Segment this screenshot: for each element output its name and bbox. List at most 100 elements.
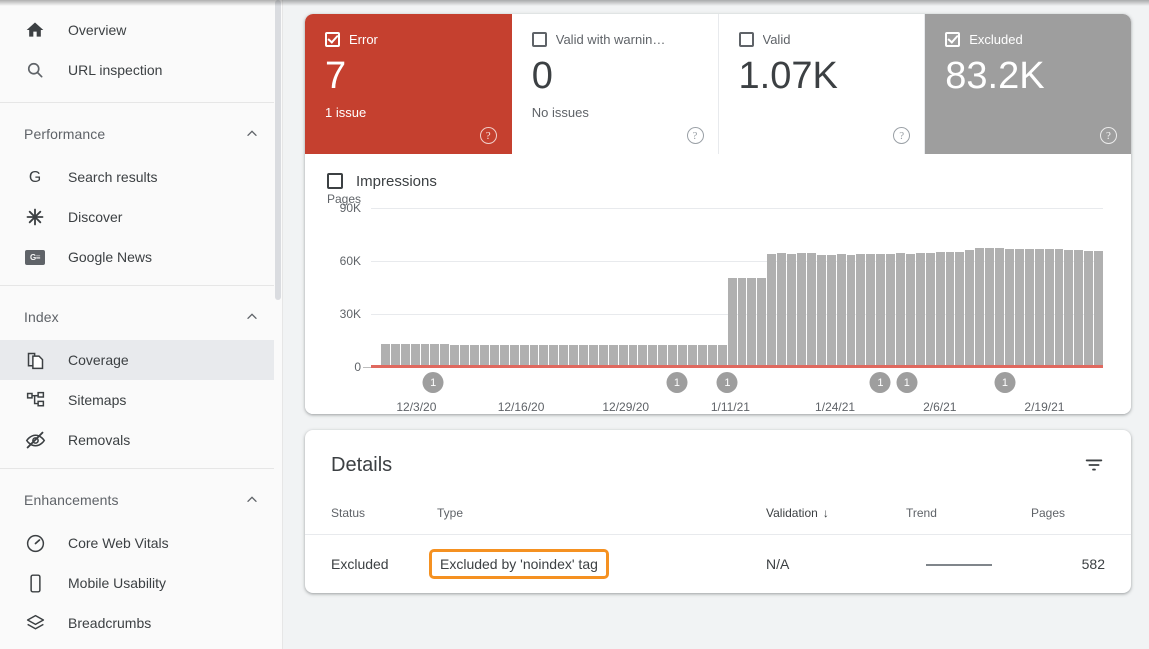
chart-bar[interactable] xyxy=(579,344,588,367)
chart-bar[interactable] xyxy=(598,344,608,367)
chart-bar[interactable] xyxy=(519,344,529,367)
chart-bar[interactable] xyxy=(618,344,628,367)
chart-bar[interactable] xyxy=(569,344,579,367)
chart-bar[interactable] xyxy=(658,345,668,367)
chart-bar[interactable] xyxy=(1074,250,1084,367)
status-card-valid[interactable]: Valid 1.07K? xyxy=(719,14,926,154)
annotation-marker[interactable]: 1 xyxy=(896,372,918,393)
chart-bar[interactable] xyxy=(628,344,638,367)
status-card-checkbox-warning[interactable] xyxy=(531,31,547,47)
col-status[interactable]: Status xyxy=(305,496,427,535)
cell-type[interactable]: Excluded by 'noindex' tag xyxy=(427,535,756,594)
chart-bar[interactable] xyxy=(608,344,618,367)
sidebar-item-search-results[interactable]: G Search results xyxy=(0,157,282,197)
chart-bar[interactable] xyxy=(816,254,826,367)
annotation-marker[interactable]: 1 xyxy=(666,372,688,393)
chart-bar[interactable] xyxy=(1044,249,1054,367)
status-card-error[interactable]: Error 7 1 issue? xyxy=(305,14,512,154)
chart-bar[interactable] xyxy=(995,248,1004,367)
chart-bar[interactable] xyxy=(905,253,915,367)
chart-bar[interactable] xyxy=(787,253,796,367)
chart-bar[interactable] xyxy=(717,345,727,367)
chart-bar[interactable] xyxy=(1064,249,1074,367)
chart-bar[interactable] xyxy=(935,251,945,367)
chart-bar[interactable] xyxy=(697,345,707,367)
chart-bar[interactable] xyxy=(1024,249,1034,367)
sidebar-item-mobile-usability[interactable]: Mobile Usability xyxy=(0,563,282,603)
chart-bar[interactable] xyxy=(975,248,985,367)
chart-bar[interactable] xyxy=(1094,250,1104,367)
sidebar-scrollbar[interactable] xyxy=(274,0,282,649)
status-card-excluded[interactable]: Excluded 83.2K? xyxy=(925,14,1131,154)
sidebar-item-discover[interactable]: Discover xyxy=(0,197,282,237)
highlighted-type-value[interactable]: Excluded by 'noindex' tag xyxy=(429,549,609,579)
filter-icon[interactable] xyxy=(1081,452,1107,478)
chart-bar[interactable] xyxy=(479,344,489,367)
chart-bar[interactable] xyxy=(965,249,975,367)
annotation-marker[interactable]: 1 xyxy=(869,372,891,393)
chart-bar[interactable] xyxy=(826,255,836,367)
chart-bar[interactable] xyxy=(638,345,648,367)
chart-bar[interactable] xyxy=(678,345,687,367)
chart-bar[interactable] xyxy=(886,253,896,367)
chart-bar[interactable] xyxy=(1084,250,1094,367)
sidebar-item-logos[interactable]: Logos xyxy=(0,643,282,649)
annotation-marker[interactable]: 1 xyxy=(994,372,1016,393)
chart-bar[interactable] xyxy=(896,253,905,367)
col-type[interactable]: Type xyxy=(427,496,756,535)
chart-bar[interactable] xyxy=(945,252,955,367)
help-icon-excluded[interactable]: ? xyxy=(1100,127,1117,144)
status-card-checkbox-excluded[interactable] xyxy=(945,31,961,47)
chart-bar[interactable] xyxy=(1034,249,1044,367)
sidebar-item-sitemaps[interactable]: Sitemaps xyxy=(0,380,282,420)
help-icon-warning[interactable]: ? xyxy=(686,127,704,144)
sidebar-item-core-web-vitals[interactable]: Core Web Vitals xyxy=(0,523,282,563)
chart-bar[interactable] xyxy=(846,254,856,367)
annotation-marker[interactable]: 1 xyxy=(422,372,444,393)
chart-bar[interactable] xyxy=(588,344,598,367)
chevron-up-icon[interactable] xyxy=(244,126,260,142)
help-icon-valid[interactable]: ? xyxy=(893,127,911,144)
col-trend[interactable]: Trend xyxy=(896,496,1021,535)
status-card-checkbox-error[interactable] xyxy=(325,31,340,47)
chart-bar[interactable] xyxy=(380,344,390,367)
chart-bar[interactable] xyxy=(876,254,886,367)
chevron-up-icon[interactable] xyxy=(244,492,260,508)
status-card-checkbox-valid[interactable] xyxy=(738,31,754,47)
chart-bar[interactable] xyxy=(489,344,499,367)
sidebar-item-url-inspection[interactable]: URL inspection xyxy=(0,50,282,90)
chart-bar[interactable] xyxy=(450,344,460,367)
help-icon-error[interactable]: ? xyxy=(479,127,497,144)
table-row[interactable]: Excluded Excluded by 'noindex' tag N/A 582 xyxy=(305,535,1131,594)
chart-bar[interactable] xyxy=(925,252,935,367)
chart-bar[interactable] xyxy=(737,277,747,367)
chart-bar[interactable] xyxy=(757,277,767,367)
chart-bar[interactable] xyxy=(1014,249,1024,367)
status-card-warning[interactable]: Valid with warnin… 0 No issues? xyxy=(512,14,719,154)
chart-bar[interactable] xyxy=(440,343,450,367)
sidebar-item-coverage[interactable]: Coverage xyxy=(0,340,282,380)
chart-bar[interactable] xyxy=(559,344,569,367)
chart-bar[interactable] xyxy=(509,344,519,367)
chart-bar[interactable] xyxy=(836,254,846,367)
impressions-legend-toggle[interactable]: Impressions xyxy=(327,170,1111,192)
chart-bar[interactable] xyxy=(400,344,410,367)
chart-bar[interactable] xyxy=(1054,249,1064,367)
col-validation[interactable]: Validation ↓ xyxy=(756,496,896,535)
sidebar-scrollbar-thumb[interactable] xyxy=(275,0,281,300)
chart-bar[interactable] xyxy=(410,344,420,367)
chart-bar[interactable] xyxy=(430,343,440,367)
sidebar-item-overview[interactable]: Overview xyxy=(0,10,282,50)
chart-bar[interactable] xyxy=(529,344,539,367)
sidebar-item-google-news[interactable]: G≡ Google News xyxy=(0,237,282,277)
chart-bar[interactable] xyxy=(390,344,400,367)
chart-bar[interactable] xyxy=(499,344,509,367)
chevron-up-icon[interactable] xyxy=(244,309,260,325)
chart-bar[interactable] xyxy=(767,254,777,367)
col-pages[interactable]: Pages xyxy=(1021,496,1131,535)
sidebar-item-removals[interactable]: Removals xyxy=(0,420,282,460)
chart-bar[interactable] xyxy=(955,251,965,367)
chart-bar[interactable] xyxy=(648,345,658,367)
sidebar-section-enhancements[interactable]: Enhancements xyxy=(0,477,282,523)
chart-bar[interactable] xyxy=(668,345,678,367)
